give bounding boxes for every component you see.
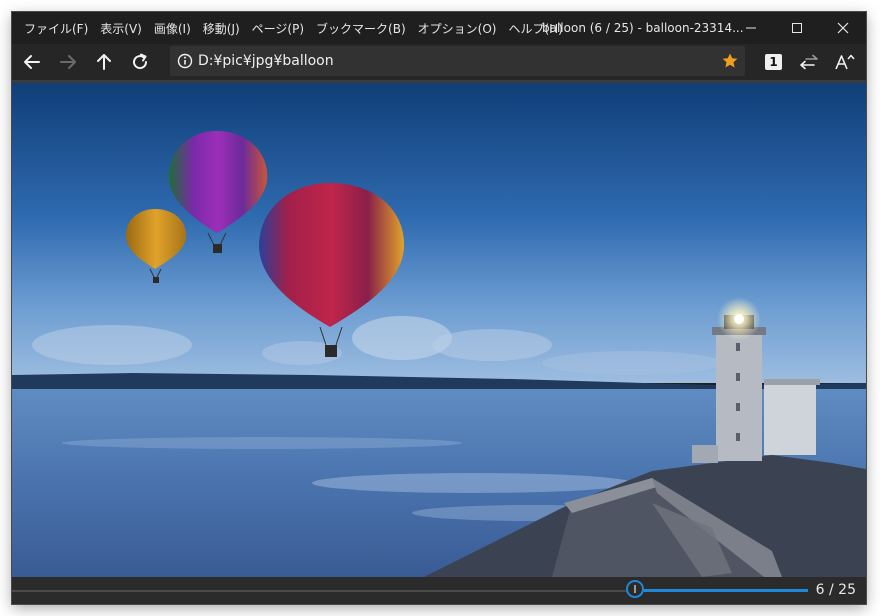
menu-options[interactable]: オプション(O) bbox=[412, 20, 503, 37]
menu-file[interactable]: ファイル(F) bbox=[18, 20, 94, 37]
arrow-left-icon bbox=[24, 55, 40, 69]
toolbar: D:¥pic¥jpg¥balloon 1 bbox=[12, 44, 866, 80]
bookmark-star-icon[interactable] bbox=[721, 52, 739, 70]
menu-view[interactable]: 表示(V) bbox=[94, 20, 148, 37]
menu-image[interactable]: 画像(I) bbox=[148, 20, 197, 37]
menu-bar: ファイル(F) 表示(V) 画像(I) 移動(J) ページ(P) ブックマーク(… bbox=[18, 12, 569, 44]
reload-icon bbox=[133, 53, 148, 70]
minimize-button[interactable] bbox=[728, 12, 774, 44]
maximize-button[interactable] bbox=[774, 12, 820, 44]
arrow-right-icon bbox=[60, 55, 76, 69]
page-slider-bar: 6 / 25 bbox=[12, 577, 866, 604]
up-button[interactable] bbox=[88, 46, 120, 78]
info-icon[interactable] bbox=[176, 52, 194, 70]
main-image[interactable] bbox=[12, 83, 866, 577]
page-mode-button[interactable]: 1 bbox=[765, 54, 782, 70]
address-bar[interactable]: D:¥pic¥jpg¥balloon bbox=[170, 46, 745, 76]
page-slider-thumb[interactable] bbox=[626, 580, 644, 598]
back-button[interactable] bbox=[16, 46, 48, 78]
title-bar: ファイル(F) 表示(V) 画像(I) 移動(J) ページ(P) ブックマーク(… bbox=[12, 12, 866, 44]
close-button[interactable] bbox=[820, 12, 866, 44]
swap-arrows-icon bbox=[800, 54, 818, 70]
page-counter: 6 / 25 bbox=[815, 582, 856, 598]
forward-button[interactable] bbox=[52, 46, 84, 78]
maximize-icon bbox=[792, 23, 802, 33]
menu-bookmark[interactable]: ブックマーク(B) bbox=[310, 20, 412, 37]
text-size-icon bbox=[835, 54, 855, 70]
menu-move[interactable]: 移動(J) bbox=[197, 20, 246, 37]
window-title: balloon (6 / 25) - balloon-23314... bbox=[542, 21, 744, 35]
swap-direction-button[interactable] bbox=[793, 46, 825, 78]
reload-button[interactable] bbox=[124, 46, 156, 78]
address-path[interactable]: D:¥pic¥jpg¥balloon bbox=[198, 46, 334, 76]
page-slider-fill bbox=[644, 589, 808, 592]
arrow-up-icon bbox=[97, 54, 111, 70]
viewer-window: ファイル(F) 表示(V) 画像(I) 移動(J) ページ(P) ブックマーク(… bbox=[12, 12, 866, 604]
menu-page[interactable]: ページ(P) bbox=[246, 20, 310, 37]
minimize-icon bbox=[746, 27, 756, 29]
close-icon bbox=[837, 22, 849, 34]
font-size-button[interactable] bbox=[829, 46, 861, 78]
